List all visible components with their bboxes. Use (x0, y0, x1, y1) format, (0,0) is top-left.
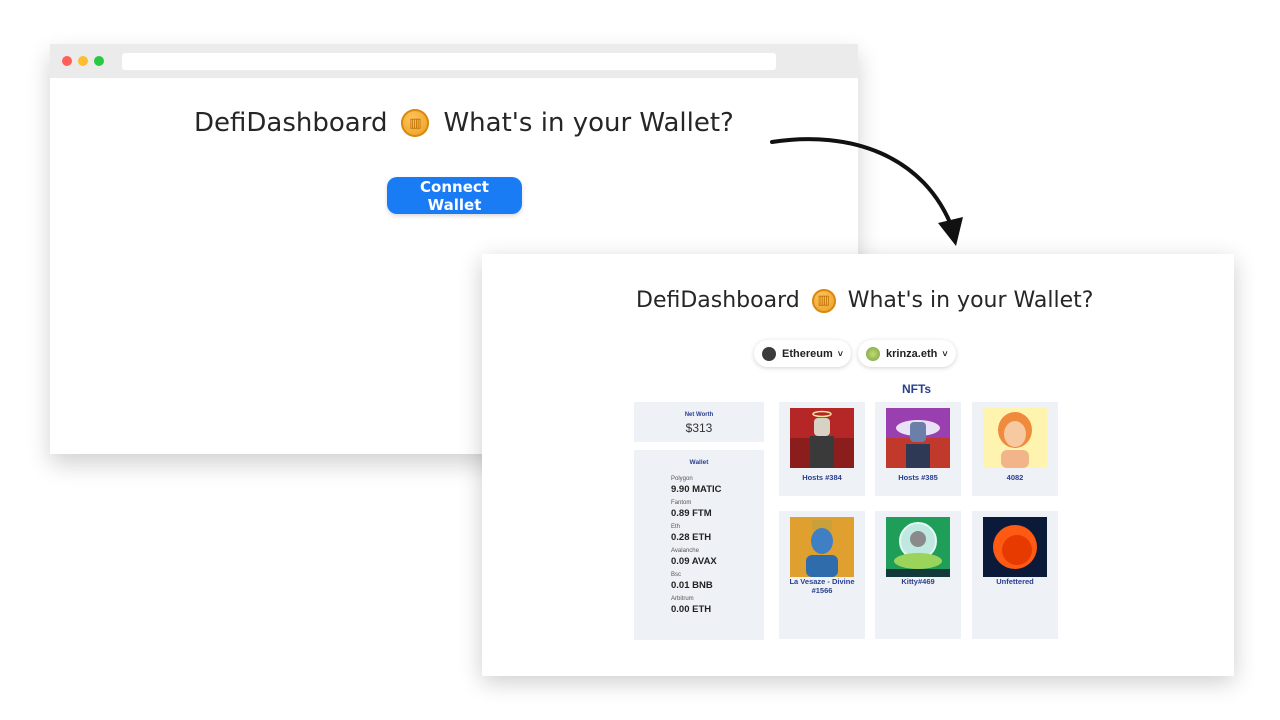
wallet-label: Wallet (689, 459, 709, 466)
nft-card[interactable]: La Vesaze - Divine #1566 (779, 511, 865, 639)
balance-network: Bsc (671, 572, 682, 578)
nft-card[interactable]: Unfettered (972, 511, 1058, 639)
chevron-down-icon: ˅ (942, 348, 948, 359)
nft-image (790, 408, 854, 468)
nft-name: Hosts #384 (802, 473, 842, 482)
wallet-card: Wallet Polygon 9.90 MATIC Fantom 0.89 FT… (634, 450, 764, 640)
browser-chrome (50, 44, 858, 78)
chain-label: Ethereum (782, 347, 833, 360)
chevron-down-icon: ˅ (837, 348, 844, 359)
transition-arrow-icon (770, 137, 963, 246)
nft-image (886, 517, 950, 577)
balance-amount: 0.89 FTM (671, 508, 712, 519)
connect-wallet-button[interactable]: Connect Wallet (387, 177, 522, 214)
close-window-icon[interactable] (62, 56, 72, 66)
app-title: DefiDashboard (194, 108, 388, 138)
nft-card[interactable]: Hosts #385 (875, 402, 961, 496)
nft-name: 4082 (1006, 473, 1024, 482)
account-label: krinza.eth (886, 347, 938, 360)
page-title: DefiDashboard ▥ What's in your Wallet? (636, 288, 1093, 313)
page-title: DefiDashboard ▥ What's in your Wallet? (194, 108, 734, 138)
nft-card[interactable]: Kitty#469 (875, 511, 961, 639)
nft-name: Kitty#469 (901, 577, 935, 586)
balance-row: Arbitrum 0.00 ETH (634, 596, 764, 615)
balance-network: Eth (671, 524, 681, 530)
nft-image (983, 517, 1047, 577)
balance-amount: 0.01 BNB (671, 580, 713, 591)
nft-image (790, 517, 854, 577)
minimize-window-icon[interactable] (78, 56, 88, 66)
balance-network: Polygon (671, 476, 693, 482)
dashboard-window: DefiDashboard ▥ What's in your Wallet? E… (482, 254, 1234, 676)
balance-amount: 9.90 MATIC (671, 484, 722, 495)
avatar (866, 346, 880, 361)
balance-row: Fantom 0.89 FTM (634, 500, 764, 519)
nft-image (886, 408, 950, 468)
net-worth-card: Net Worth $313 (634, 402, 764, 442)
tagline: What's in your Wallet? (443, 108, 734, 138)
bank-coin-icon: ▥ (811, 288, 836, 313)
nft-card[interactable]: 4082 (972, 402, 1058, 496)
nfts-heading: NFTs (902, 382, 932, 396)
ethereum-icon (762, 346, 776, 361)
balance-amount: 0.09 AVAX (671, 556, 717, 567)
balance-row: Bsc 0.01 BNB (634, 572, 764, 591)
nft-image (983, 408, 1047, 468)
balance-amount: 0.28 ETH (671, 532, 712, 543)
nft-card[interactable]: Hosts #384 (779, 402, 865, 496)
net-worth-value: $313 (685, 421, 713, 435)
nft-name: La Vesaze - Divine #1566 (789, 577, 855, 595)
account-selector[interactable]: krinza.eth ˅ (858, 340, 956, 367)
chain-selector[interactable]: Ethereum ˅ (754, 340, 852, 367)
balance-network: Avalanche (671, 548, 699, 554)
net-worth-label: Net Worth (684, 412, 714, 418)
maximize-window-icon[interactable] (94, 56, 104, 66)
balance-network: Fantom (671, 500, 692, 506)
tagline: What's in your Wallet? (847, 288, 1094, 313)
balance-row: Polygon 9.90 MATIC (634, 476, 764, 495)
nft-name: Unfettered (996, 577, 1034, 586)
balance-row: Avalanche 0.09 AVAX (634, 548, 764, 567)
address-bar[interactable] (122, 53, 776, 70)
nft-name: Hosts #385 (898, 473, 938, 482)
app-title: DefiDashboard (636, 288, 800, 313)
balance-row: Eth 0.28 ETH (634, 524, 764, 543)
bank-coin-icon: ▥ (401, 109, 430, 137)
balance-amount: 0.00 ETH (671, 604, 712, 615)
balance-network: Arbitrum (671, 596, 694, 602)
